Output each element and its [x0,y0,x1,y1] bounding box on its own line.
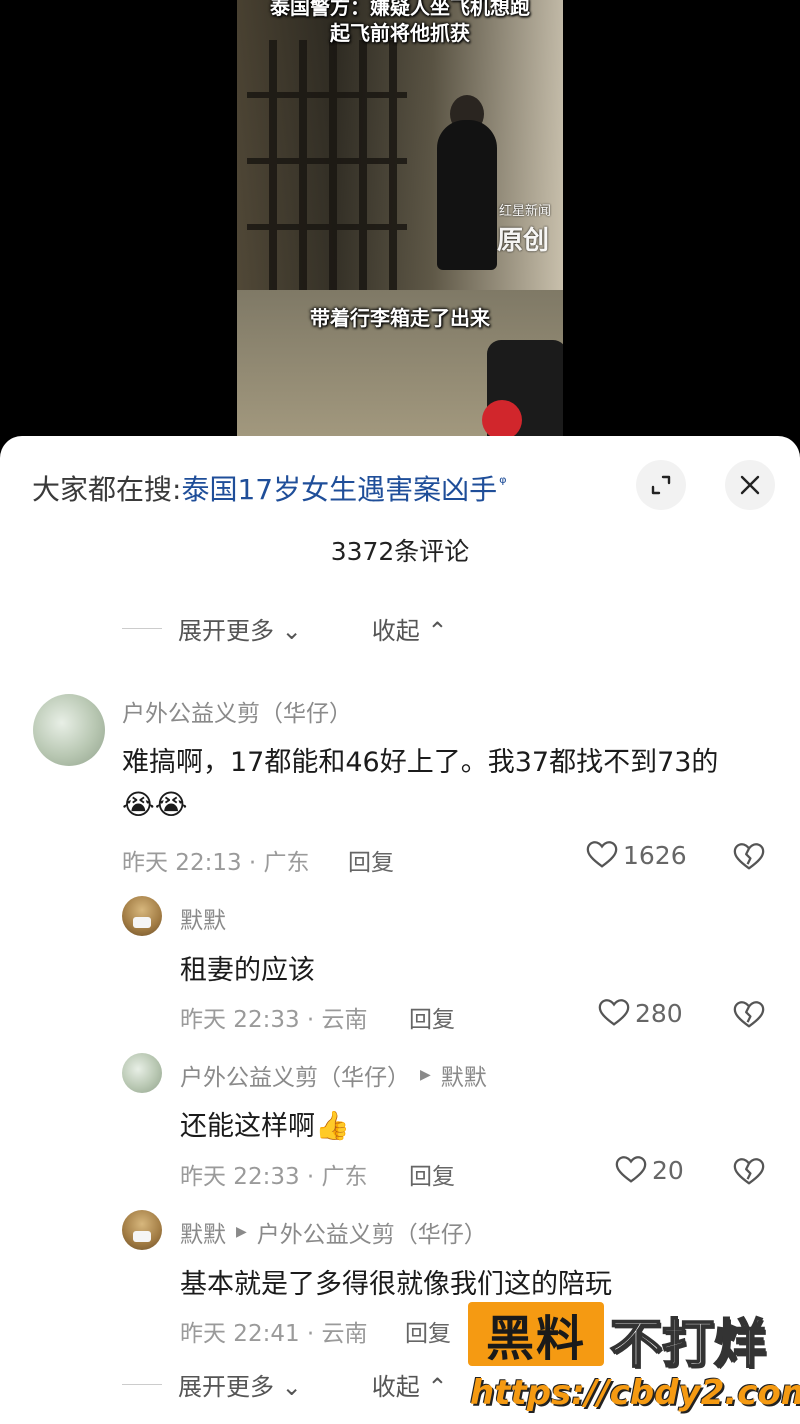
collapse-button[interactable]: 收起 ⌃ [372,611,448,646]
video-subtitle: 带着行李箱走了出来 [310,306,490,330]
comment-meta: 昨天 22:33 · 广东 [180,1164,368,1190]
expand-more-label: 展开更多 [178,616,274,645]
chevron-up-icon: ⌃ [427,1372,448,1401]
avatar[interactable] [122,896,162,936]
video-frame[interactable]: 泰国警方：嫌疑人坐飞机想跑 起飞前将他抓获 红星新闻 原创 带着行李箱走了出来 [237,0,563,450]
heart-icon [586,841,618,868]
like-count: 280 [635,998,683,1028]
watermark-url: https://cbdy2.com [470,1373,800,1413]
video-title-line1: 泰国警方：嫌疑人坐飞机想跑 [270,0,530,19]
video-title-overlay: 泰国警方：嫌疑人坐飞机想跑 起飞前将他抓获 [237,0,563,46]
close-icon [740,475,760,495]
collapse-label: 收起 [371,616,420,645]
collapse-button[interactable]: 收起 ⌃ [372,1367,448,1402]
reply-button[interactable]: 回复 [409,1000,455,1034]
trending-search-row: 大家都在搜: 泰国17岁女生遇害案凶手 ᵠ [32,468,507,508]
like-count: 1626 [623,840,687,870]
trending-search-prefix: 大家都在搜: [32,473,182,506]
comment-meta: 昨天 22:41 · 云南 [180,1321,368,1347]
dislike-icon[interactable] [732,998,766,1032]
reply-to-username[interactable]: 默默 [441,1058,487,1092]
comment-username[interactable]: 户外公益义剪（华仔） [180,1058,410,1092]
expander-divider [122,627,162,629]
reply-button[interactable]: 回复 [409,1157,455,1191]
comment-username[interactable]: 默默 [180,901,226,935]
comment-text: 还能这样啊 [180,1111,315,1142]
dislike-icon[interactable] [732,840,766,874]
replies-expander-top: 展开更多 ⌄ 收起 ⌃ [122,608,448,648]
reply-button[interactable]: 回复 [348,843,394,877]
reply-button[interactable]: 回复 [405,1314,451,1348]
chevron-down-icon: ⌄ [281,616,302,645]
comment-meta: 昨天 22:13 · 广东 [122,850,310,876]
collapse-label: 收起 [371,1372,420,1401]
avatar[interactable] [122,1053,162,1093]
replies-expander-bottom: 展开更多 ⌄ 收起 ⌃ [122,1364,448,1404]
video-logo-big: 原创 [497,226,550,256]
like-button[interactable]: 20 [614,1153,684,1187]
expand-sheet-button[interactable] [636,460,686,510]
search-icon[interactable]: ᵠ [499,473,506,494]
chevron-up-icon: ⌃ [427,616,448,645]
heart-icon [615,1156,647,1183]
comment-username[interactable]: 户外公益义剪（华仔） [122,694,352,728]
like-count: 20 [652,1155,684,1185]
comment-text: 难搞啊，17都能和46好上了。我37都找不到73的 [122,747,719,778]
video-player[interactable]: 泰国警方：嫌疑人坐飞机想跑 起飞前将他抓获 红星新闻 原创 带着行李箱走了出来 [0,0,800,450]
trending-search-link[interactable]: 泰国17岁女生遇害案凶手 [181,468,497,508]
comment-meta: 昨天 22:33 · 云南 [180,1007,368,1033]
video-logo-small: 红星新闻 [499,204,552,219]
comment-username[interactable]: 默默 [180,1215,226,1249]
video-scene-red-object [482,400,522,440]
comment-username-row: 户外公益义剪（华仔） ▶ 默默 [180,1058,487,1092]
like-button[interactable]: 280 [597,996,683,1030]
watermark-text: 不打烊 [609,1314,767,1376]
avatar[interactable] [33,694,105,766]
comment-sheet: 大家都在搜: 泰国17岁女生遇害案凶手 ᵠ 3372条评论 展开更多 ⌄ 收起 … [0,436,800,1424]
reply-arrow-icon: ▶ [420,1067,431,1083]
comment-emoji: 😭😭 [122,788,188,821]
dislike-icon[interactable] [732,1155,766,1189]
like-button[interactable]: 1626 [585,838,687,872]
reply-arrow-icon: ▶ [236,1224,247,1240]
video-scene-gate [247,40,407,290]
chevron-down-icon: ⌄ [281,1372,302,1401]
comment-count: 3372条评论 [330,537,470,566]
watermark-box: 黑料 [468,1302,604,1367]
heart-icon [598,999,630,1026]
avatar[interactable] [122,1210,162,1250]
expand-icon [651,475,671,495]
expander-divider [122,1383,162,1385]
close-button[interactable] [725,460,775,510]
comment-text: 租妻的应该 [180,955,315,986]
reply-to-username[interactable]: 户外公益义剪（华仔） [257,1215,487,1249]
comment-text-row: 还能这样啊👍 [180,1104,350,1143]
expand-more-button[interactable]: 展开更多 ⌄ [178,1367,302,1402]
comment-text: 基本就是了多得很就像我们这的陪玩 [180,1269,612,1300]
expand-more-button[interactable]: 展开更多 ⌄ [178,611,302,646]
video-scene-person [437,120,497,270]
comment-username-row: 默默 ▶ 户外公益义剪（华仔） [180,1215,487,1249]
expand-more-label: 展开更多 [178,1372,274,1401]
video-title-line2: 起飞前将他抓获 [330,21,470,45]
comment-emoji: 👍 [315,1109,350,1142]
